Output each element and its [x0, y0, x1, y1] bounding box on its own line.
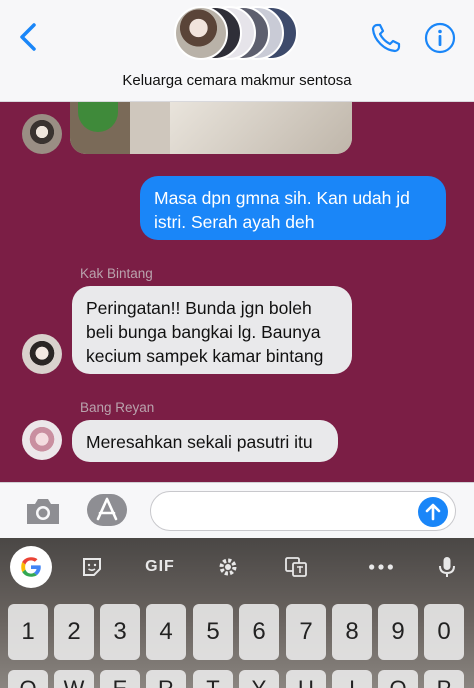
camera-icon[interactable]: [24, 495, 62, 527]
key-5[interactable]: 5: [193, 604, 233, 660]
google-icon[interactable]: [10, 546, 52, 588]
message-input[interactable]: [150, 491, 456, 531]
sender-avatar[interactable]: [22, 114, 62, 154]
group-title[interactable]: Keluarga cemara makmur sentosa: [0, 72, 474, 89]
sender-name: Bang Reyan: [80, 400, 155, 415]
key-9[interactable]: 9: [378, 604, 418, 660]
key-q[interactable]: Q: [8, 670, 48, 688]
key-4[interactable]: 4: [146, 604, 186, 660]
translate-icon[interactable]: [282, 548, 310, 586]
key-2[interactable]: 2: [54, 604, 94, 660]
key-6[interactable]: 6: [239, 604, 279, 660]
key-1[interactable]: 1: [8, 604, 48, 660]
key-r[interactable]: R: [146, 670, 186, 688]
sender-avatar[interactable]: [22, 420, 62, 460]
sticker-icon[interactable]: [78, 548, 106, 586]
key-t[interactable]: T: [193, 670, 233, 688]
app-store-icon[interactable]: [86, 493, 128, 527]
message-text: Peringatan!! Bunda jgn boleh beli bunga …: [86, 298, 324, 366]
compose-bar: [0, 482, 474, 538]
info-icon[interactable]: [424, 22, 456, 54]
key-w[interactable]: W: [54, 670, 94, 688]
key-y[interactable]: Y: [239, 670, 279, 688]
key-p[interactable]: P: [424, 670, 464, 688]
key-o[interactable]: O: [378, 670, 418, 688]
sticker-glyph: [83, 558, 101, 576]
google-g-glyph: [21, 557, 41, 577]
key-i[interactable]: I: [332, 670, 372, 688]
photo-cloth: [170, 102, 352, 154]
sender-name: Kak Bintang: [80, 266, 153, 281]
member-avatar: [174, 6, 228, 60]
key-0[interactable]: 0: [424, 604, 464, 660]
translate-glyph: [285, 557, 307, 577]
gear-icon[interactable]: [214, 548, 242, 586]
keyboard-toolbar: GIF: [0, 538, 474, 596]
gif-label: GIF: [145, 558, 175, 575]
key-e[interactable]: E: [100, 670, 140, 688]
more-icon[interactable]: [366, 548, 396, 586]
keyboard: GIF 1 2 3 4 5 6 7 8 9 0: [0, 538, 474, 688]
more-glyph: [369, 564, 393, 570]
conversation-header: Keluarga cemara makmur sentosa: [0, 0, 474, 102]
phone-icon[interactable]: [370, 22, 402, 54]
key-8[interactable]: 8: [332, 604, 372, 660]
send-button[interactable]: [418, 497, 448, 527]
mic-icon[interactable]: [434, 548, 460, 586]
back-chevron-icon[interactable]: [16, 22, 42, 52]
key-3[interactable]: 3: [100, 604, 140, 660]
key-u[interactable]: U: [286, 670, 326, 688]
mic-glyph: [439, 557, 455, 577]
incoming-message[interactable]: Meresahkan sekali pasutri itu: [72, 420, 338, 462]
outgoing-message[interactable]: Masa dpn gmna sih. Kan udah jd istri. Se…: [140, 176, 446, 240]
gear-glyph: [219, 558, 237, 576]
group-avatar-stack[interactable]: [174, 6, 300, 62]
gif-button[interactable]: GIF: [140, 548, 180, 586]
message-text: Masa dpn gmna sih. Kan udah jd istri. Se…: [154, 188, 410, 232]
key-7[interactable]: 7: [286, 604, 326, 660]
photo-message[interactable]: [70, 102, 352, 154]
arrow-up-icon: [425, 503, 441, 521]
sender-avatar[interactable]: [22, 334, 62, 374]
incoming-message[interactable]: Peringatan!! Bunda jgn boleh beli bunga …: [72, 286, 352, 374]
message-text: Meresahkan sekali pasutri itu: [86, 432, 313, 452]
